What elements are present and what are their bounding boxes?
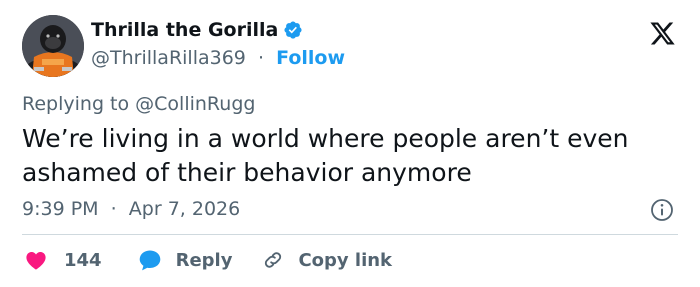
tweet-text: We’re living in a world where people are… [22,124,629,187]
copy-link-label: Copy link [298,249,393,271]
avatar[interactable] [22,15,84,77]
tweet-time: 9:39 PM [22,198,99,220]
gorilla-avatar-icon [22,15,84,77]
author-display-name[interactable]: Thrilla the Gorilla [91,18,278,42]
author-name-row: Thrilla the Gorilla [91,18,303,42]
handle-separator: · [251,47,271,69]
tweet-date: Apr 7, 2026 [128,198,241,220]
reply-bubble-icon [139,250,160,271]
verified-badge-icon [284,21,302,39]
author-handle[interactable]: @ThrillaRilla369 [91,47,246,69]
timestamp-separator: · [104,198,123,220]
divider [22,234,678,235]
info-icon[interactable] [650,198,674,222]
copy-link-button[interactable]: Copy link [262,249,392,271]
like-button[interactable]: 144 [24,248,102,272]
tweet-timestamp[interactable]: 9:39 PM · Apr 7, 2026 [22,196,240,222]
action-bar: 144 Reply Copy link [24,247,392,273]
author-handle-row: @ThrillaRilla369 · Follow [91,46,345,70]
replying-to-mention[interactable]: @CollinRugg [135,93,255,115]
like-count: 144 [64,249,102,271]
x-logo-icon[interactable] [649,20,676,47]
follow-button[interactable]: Follow [276,47,345,69]
replying-to-line: Replying to @CollinRugg [22,91,255,117]
link-icon [265,252,282,268]
reply-button[interactable]: Reply [138,248,233,272]
heart-icon [26,252,46,270]
replying-to-label: Replying to [22,93,136,115]
reply-label: Reply [175,249,233,271]
